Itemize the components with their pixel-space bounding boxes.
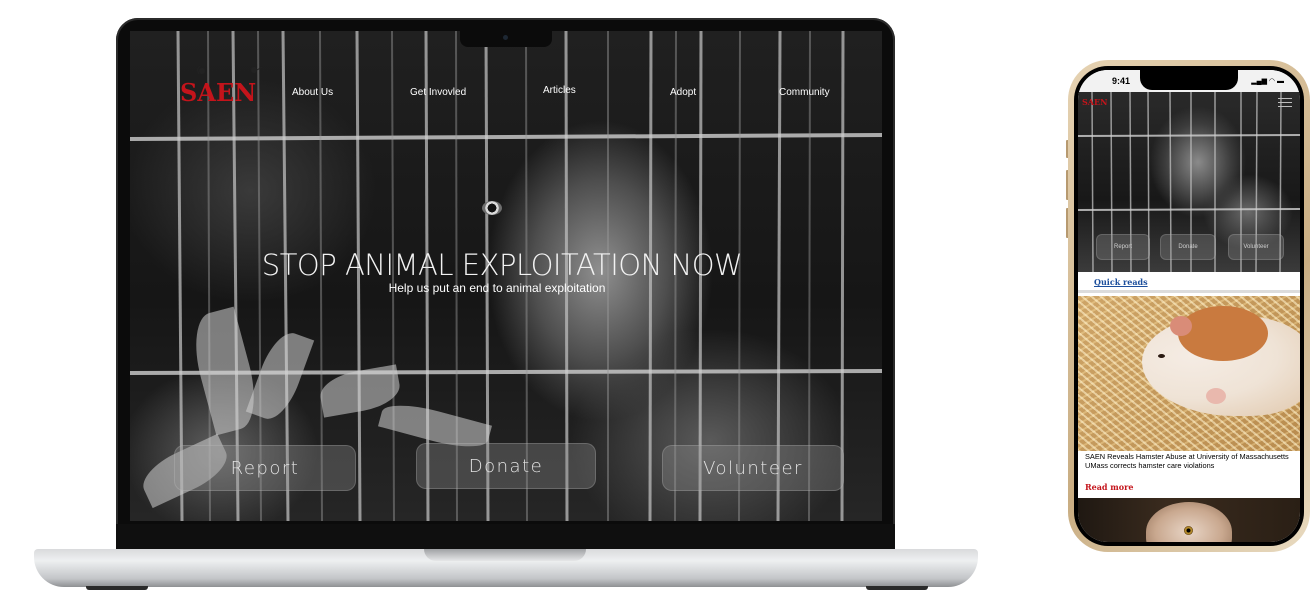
hero-title: STOP ANIMAL EXPLOITATION NOW <box>261 248 743 282</box>
donate-button[interactable]: Donate <box>416 443 596 489</box>
article-headline: SAEN Reveals Hamster Abuse at University… <box>1085 452 1289 461</box>
mobile-volunteer-button[interactable]: Volunteer <box>1228 234 1284 260</box>
volunteer-button[interactable]: Volunteer <box>662 445 844 491</box>
nav-articles[interactable]: Articles <box>543 85 576 96</box>
site-navbar: SAEN About Us Get Invovled Articles Adop… <box>130 65 882 107</box>
nav-get-involved[interactable]: Get Invovled <box>410 87 466 98</box>
section-divider <box>1078 290 1300 293</box>
laptop-camera-notch <box>460 31 552 47</box>
signal-wifi-battery-icon: ▂▄▆ ◠ ▬ <box>1251 78 1284 85</box>
mobile-saen-logo[interactable]: SAEN <box>1082 97 1107 107</box>
hamster-eye <box>1158 354 1165 358</box>
nav-about-us[interactable]: About Us <box>292 87 333 98</box>
monkey-face <box>1146 502 1232 542</box>
monkey-eye-detail <box>482 201 502 215</box>
nav-community[interactable]: Community <box>779 87 830 98</box>
mobile-donate-button[interactable]: Donate <box>1160 234 1216 260</box>
quick-reads-heading[interactable]: Quick reads <box>1094 277 1148 287</box>
article-card-text: SAEN Reveals Hamster Abuse at University… <box>1085 452 1295 470</box>
next-article-image[interactable] <box>1078 498 1300 542</box>
saen-logo[interactable]: SAEN <box>180 78 256 107</box>
hamster-article-image[interactable] <box>1078 296 1300 451</box>
mobile-report-button[interactable]: Report <box>1096 234 1150 260</box>
report-button[interactable]: Report <box>174 445 356 491</box>
hero-subtitle: Help us put an end to animal exploitatio… <box>388 281 606 295</box>
read-more-link[interactable]: Read more <box>1085 482 1133 492</box>
hamster-ear <box>1170 316 1192 336</box>
laptop-base-notch <box>424 549 586 561</box>
dynamic-island <box>1140 70 1238 90</box>
phone-status-bar: 9:41 ▂▄▆ ◠ ▬ <box>1078 70 1300 92</box>
hamster-fur-patch <box>1178 306 1268 361</box>
hamburger-menu-icon[interactable] <box>1278 95 1292 107</box>
status-time: 9:41 <box>1112 76 1131 86</box>
laptop-foot <box>86 586 148 590</box>
article-summary: UMass corrects hamster care violations <box>1085 461 1215 470</box>
monkey-eye <box>1184 526 1193 535</box>
desktop-site-viewport: SAEN About Us Get Invovled Articles Adop… <box>130 31 882 521</box>
logo-animal-icons <box>197 65 263 75</box>
mobile-site-viewport: 9:41 ▂▄▆ ◠ ▬ SAEN Report Donate Voluntee… <box>1078 70 1300 542</box>
laptop-hinge <box>116 524 895 550</box>
mobile-hero-image: SAEN Report Donate Volunteer <box>1078 92 1300 272</box>
laptop-foot <box>866 586 928 590</box>
hamster-paw <box>1206 388 1226 404</box>
nav-adopt[interactable]: Adopt <box>670 87 696 98</box>
